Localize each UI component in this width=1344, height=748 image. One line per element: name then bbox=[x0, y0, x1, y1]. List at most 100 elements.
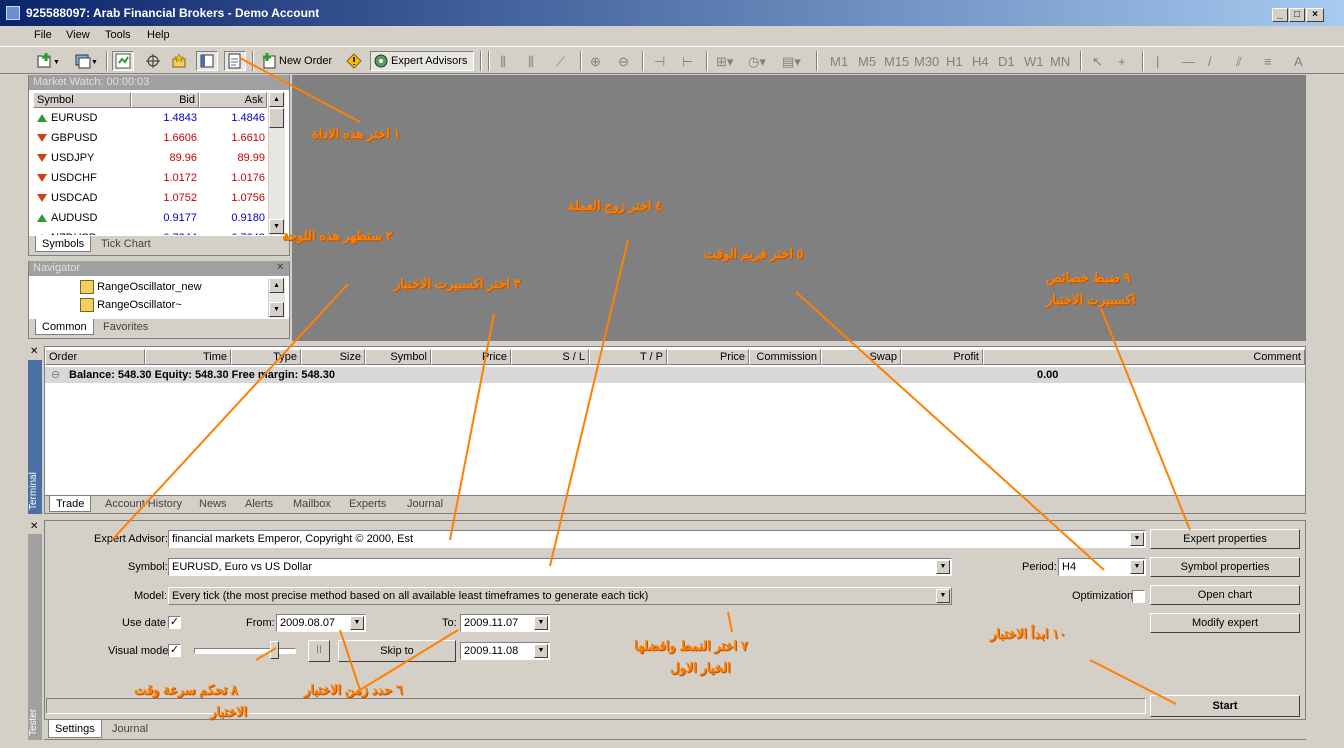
market-watch-row[interactable]: USDCHF 1.0172 1.0176 bbox=[33, 168, 267, 188]
tab-common[interactable]: Common bbox=[35, 319, 94, 335]
candlestick-icon[interactable]: ⫼ bbox=[528, 54, 534, 70]
tab-tester-journal[interactable]: Journal bbox=[106, 720, 154, 738]
terminal-col-s-l-6[interactable]: S / L bbox=[511, 349, 589, 365]
period-d1-icon[interactable]: D1 bbox=[998, 54, 1015, 69]
tab-trade[interactable]: Trade bbox=[49, 496, 92, 512]
market-watch-row[interactable]: USDCAD 1.0752 1.0756 bbox=[33, 188, 267, 208]
bar-chart-icon[interactable]: ⫼ bbox=[500, 54, 506, 70]
dropdown-arrow-icon[interactable]: ▼ bbox=[534, 616, 548, 630]
terminal-col-comment-12[interactable]: Comment bbox=[983, 349, 1305, 365]
strategy-tester-toggle[interactable] bbox=[224, 51, 246, 71]
alert-button[interactable] bbox=[344, 51, 364, 71]
from-date-picker[interactable]: 2009.08.07 ▼ bbox=[276, 614, 366, 632]
crosshair-tool-icon[interactable]: + bbox=[1118, 54, 1126, 69]
dropdown-arrow-icon[interactable]: ▼ bbox=[936, 589, 950, 603]
market-watch-row[interactable]: EURUSD 1.4843 1.4846 bbox=[33, 108, 267, 128]
modify-expert-button[interactable]: Modify expert bbox=[1150, 613, 1300, 633]
tab-settings[interactable]: Settings bbox=[48, 720, 102, 738]
open-chart-button[interactable]: Open chart bbox=[1150, 585, 1300, 605]
navigator-close-icon[interactable]: ✕ bbox=[276, 262, 284, 273]
tab-alerts[interactable]: Alerts bbox=[239, 496, 279, 512]
market-watch-row[interactable]: USDJPY 89.96 89.99 bbox=[33, 148, 267, 168]
symbol-properties-button[interactable]: Symbol properties bbox=[1150, 557, 1300, 577]
period-h1-icon[interactable]: H1 bbox=[946, 54, 963, 69]
terminal-col-swap-10[interactable]: Swap bbox=[821, 349, 901, 365]
maximize-button[interactable]: □ bbox=[1289, 8, 1305, 22]
model-select[interactable]: Every tick (the most precise method base… bbox=[168, 587, 952, 605]
terminal-close-icon[interactable]: ✕ bbox=[30, 346, 38, 357]
dropdown-arrow-icon[interactable]: ▼ bbox=[534, 644, 548, 658]
vertical-line-icon[interactable]: | bbox=[1156, 54, 1159, 69]
terminal-col-symbol-4[interactable]: Symbol bbox=[365, 349, 431, 365]
expert-advisor-select[interactable]: financial markets Emperor, Copyright © 2… bbox=[168, 530, 1146, 548]
templates-icon[interactable]: ▤▾ bbox=[782, 54, 801, 70]
col-bid[interactable]: Bid bbox=[131, 92, 199, 108]
speed-slider-track[interactable] bbox=[194, 648, 296, 654]
market-watch-scrollbar[interactable]: ▲ ▼ bbox=[268, 92, 285, 235]
tab-favorites[interactable]: Favorites bbox=[97, 319, 154, 335]
data-window-button[interactable] bbox=[142, 51, 164, 71]
fibonacci-icon[interactable]: ≡ bbox=[1264, 54, 1272, 69]
autoscroll-icon[interactable]: ⊢ bbox=[682, 54, 693, 70]
expert-properties-button[interactable]: Expert properties bbox=[1150, 529, 1300, 549]
skip-to-date-picker[interactable]: 2009.11.08 ▼ bbox=[460, 642, 550, 660]
new-order-button[interactable]: New Order bbox=[258, 51, 340, 71]
terminal-col-price-5[interactable]: Price bbox=[431, 349, 511, 365]
symbol-select[interactable]: EURUSD, Euro vs US Dollar ▼ bbox=[168, 558, 952, 576]
period-w1-icon[interactable]: W1 bbox=[1024, 54, 1044, 69]
minimize-button[interactable]: _ bbox=[1272, 8, 1288, 22]
tab-journal[interactable]: Journal bbox=[401, 496, 449, 512]
dropdown-arrow-icon[interactable]: ▼ bbox=[1130, 532, 1144, 546]
period-mn-icon[interactable]: MN bbox=[1050, 54, 1070, 69]
period-m5-icon[interactable]: M5 bbox=[858, 54, 876, 69]
trendline-icon[interactable]: / bbox=[1208, 54, 1212, 69]
market-watch-row[interactable]: NZDUSD 0.73440.7348 bbox=[33, 228, 267, 235]
periods-icon[interactable]: ◷▾ bbox=[748, 54, 766, 70]
speed-slider-thumb[interactable] bbox=[270, 641, 279, 659]
horizontal-line-icon[interactable]: — bbox=[1182, 54, 1195, 69]
period-h4-icon[interactable]: H4 bbox=[972, 54, 989, 69]
market-watch-toggle[interactable] bbox=[112, 51, 134, 71]
chart-shift-icon[interactable]: ⊣ bbox=[654, 54, 665, 70]
zoom-in-icon[interactable]: ⊕ bbox=[590, 54, 601, 70]
scroll-thumb[interactable] bbox=[269, 108, 284, 128]
indicators-icon[interactable]: ⊞▾ bbox=[716, 54, 733, 70]
navigator-button[interactable] bbox=[168, 51, 190, 71]
tab-symbols[interactable]: Symbols bbox=[35, 236, 92, 252]
terminal-col-order-0[interactable]: Order bbox=[45, 349, 145, 365]
terminal-col-commission-9[interactable]: Commission bbox=[749, 349, 821, 365]
tab-mailbox[interactable]: Mailbox bbox=[287, 496, 337, 512]
terminal-col-type-2[interactable]: Type bbox=[231, 349, 301, 365]
navigator-item[interactable]: RangeOscillator_new bbox=[80, 279, 260, 297]
profiles-button[interactable]: ▼ bbox=[74, 51, 102, 71]
visual-mode-checkbox[interactable]: ✓ bbox=[168, 644, 181, 657]
equidistant-channel-icon[interactable]: ⫽ bbox=[1236, 54, 1242, 70]
new-chart-button[interactable]: ▼ bbox=[36, 51, 72, 71]
to-date-picker[interactable]: 2009.11.07 ▼ bbox=[460, 614, 550, 632]
tab-experts[interactable]: Experts bbox=[343, 496, 392, 512]
col-symbol[interactable]: Symbol bbox=[33, 92, 131, 108]
period-m15-icon[interactable]: M15 bbox=[884, 54, 909, 69]
terminal-col-size-3[interactable]: Size bbox=[301, 349, 365, 365]
market-watch-row[interactable]: GBPUSD 1.6606 1.6610 bbox=[33, 128, 267, 148]
tab-news[interactable]: News bbox=[193, 496, 233, 512]
terminal-col-price-8[interactable]: Price bbox=[667, 349, 749, 365]
terminal-col-time-1[interactable]: Time bbox=[145, 349, 231, 365]
terminal-col-t-p-7[interactable]: T / P bbox=[589, 349, 667, 365]
optimization-checkbox[interactable] bbox=[1132, 590, 1145, 603]
tester-close-icon[interactable]: ✕ bbox=[30, 521, 38, 532]
menu-help[interactable]: Help bbox=[147, 29, 170, 41]
balance-row[interactable]: ⊖ Balance: 548.30 Equity: 548.30 Free ma… bbox=[45, 367, 1305, 383]
scroll-up-button[interactable]: ▲ bbox=[269, 278, 284, 293]
pause-button[interactable]: II bbox=[308, 640, 330, 662]
chart-area[interactable] bbox=[292, 75, 1306, 341]
scroll-up-button[interactable]: ▲ bbox=[269, 92, 284, 107]
cursor-icon[interactable]: ↖ bbox=[1092, 54, 1103, 70]
expert-advisors-button[interactable]: Expert Advisors bbox=[370, 51, 474, 71]
menu-file[interactable]: File bbox=[34, 29, 52, 41]
period-select[interactable]: H4 ▼ bbox=[1058, 558, 1146, 576]
dropdown-arrow-icon[interactable]: ▼ bbox=[1130, 560, 1144, 574]
navigator-scrollbar[interactable]: ▲ ▼ bbox=[268, 278, 285, 318]
line-chart-icon[interactable]: ⟋ bbox=[556, 54, 565, 70]
use-date-checkbox[interactable]: ✓ bbox=[168, 616, 181, 629]
